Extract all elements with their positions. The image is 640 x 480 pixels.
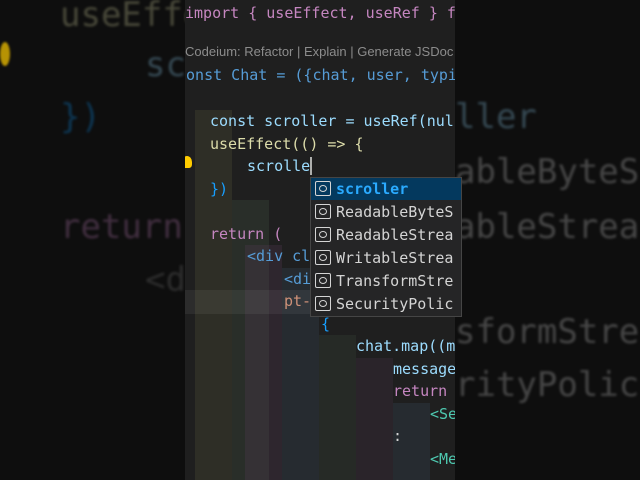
text-cursor: [310, 157, 312, 175]
code-text: scrolle: [247, 157, 311, 175]
suggestion-label: TransformStre: [336, 272, 454, 290]
variable-icon: [315, 181, 331, 196]
suggestion-label: scroller: [336, 180, 409, 198]
variable-icon: [315, 296, 331, 311]
code-line-4: useEffect(() => {: [210, 133, 364, 155]
suggestion-item-readablestream[interactable]: ReadableStrea: [311, 224, 461, 246]
suggestion-label: SecurityPolic: [336, 295, 454, 313]
code-text: message: [393, 360, 455, 378]
code-text: const Chat = ({chat, user, typi: [185, 66, 455, 84]
variable-icon: [315, 227, 331, 242]
code-text: <Se: [430, 405, 455, 423]
code-line-7: return (: [210, 223, 282, 245]
code-line-16: :: [393, 425, 402, 447]
code-line-12: chat.map((m: [356, 335, 455, 357]
variable-icon: [315, 250, 331, 265]
indent-guide: [245, 245, 282, 480]
code-text: {: [321, 315, 331, 333]
code-text: return (: [210, 225, 283, 243]
code-line-1: import { useEffect, useRef } from: [185, 2, 455, 24]
code-text: <di: [284, 270, 312, 288]
code-text: useEffect(() => {: [210, 135, 364, 153]
code-line-2: const Chat = ({chat, user, typi: [185, 64, 455, 86]
suggestion-item-scroller[interactable]: scroller: [311, 178, 461, 200]
suggestion-item-writablestream[interactable]: WritableStrea: [311, 247, 461, 269]
code-text: const scroller = useRef(nul: [210, 112, 454, 130]
code-line-14: return: [393, 380, 447, 402]
code-line-10: pt-: [284, 290, 311, 312]
code-text: chat.map((m: [356, 337, 455, 355]
codelens-actions[interactable]: Codeium: Refactor | Explain | Generate J…: [185, 44, 453, 59]
code-text: pt-: [284, 292, 312, 310]
suggestion-label: ReadableByteS: [336, 203, 454, 221]
code-line-17: <Me: [430, 448, 455, 470]
code-line-15: <Se: [430, 403, 455, 425]
code-line-8: <div cl: [247, 245, 310, 267]
suggestion-item-readablebytestream[interactable]: ReadableByteS: [311, 201, 461, 223]
suggestion-item-securitypolicy[interactable]: SecurityPolic: [311, 293, 461, 315]
code-line-5: scrolle: [247, 155, 310, 177]
suggestion-item-transformstream[interactable]: TransformStre: [311, 270, 461, 292]
bg-lightbulb-icon: [0, 42, 10, 66]
code-line-3: const scroller = useRef(nul: [210, 110, 454, 132]
autocomplete-suggestions[interactable]: scroller ReadableByteS ReadableStrea Wri…: [310, 177, 462, 317]
indent-guide: [319, 335, 356, 480]
code-line-6: }): [210, 178, 228, 200]
code-text: return: [393, 382, 448, 400]
code-text: <div cl: [247, 247, 311, 265]
suggestion-label: WritableStrea: [336, 249, 454, 267]
variable-icon: [315, 204, 331, 219]
code-text: :: [393, 427, 403, 445]
variable-icon: [315, 273, 331, 288]
code-line-13: message: [393, 358, 455, 380]
code-line-9: <di: [284, 268, 311, 290]
lightbulb-icon[interactable]: [185, 156, 192, 168]
indent-guide: [356, 358, 393, 480]
code-text: <Me: [430, 450, 455, 468]
code-text: import { useEffect, useRef } from: [185, 4, 455, 22]
suggestion-label: ReadableStrea: [336, 226, 454, 244]
code-text: }): [210, 180, 229, 198]
